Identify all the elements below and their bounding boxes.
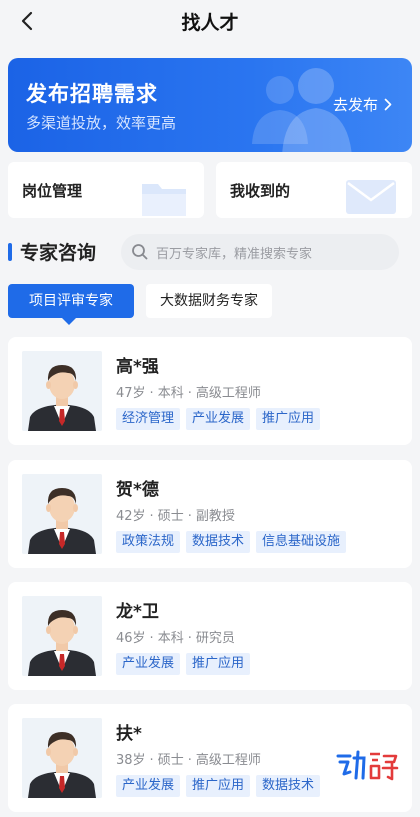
expert-title: 高级工程师 — [195, 386, 261, 401]
expertise-tag: 信息基础设施 — [256, 531, 347, 553]
expertise-tag: 推广应用 — [256, 408, 321, 430]
expert-photo — [22, 718, 102, 798]
person-avatar-icon — [22, 596, 102, 676]
folder-icon — [142, 184, 186, 216]
expert-name: 贺*德 — [116, 480, 159, 500]
job-management-link[interactable]: 岗位管理 — [8, 162, 204, 218]
expertise-tag: 产业发展 — [186, 408, 251, 430]
page-title: 找人才 — [181, 12, 239, 34]
section-accent-bar — [8, 243, 12, 261]
post-job-button[interactable]: 去发布 — [333, 94, 392, 115]
section-title: 专家咨询 — [20, 242, 97, 264]
expertise-tag: 数据技术 — [256, 775, 321, 797]
expertise-tag: 产业发展 — [116, 653, 181, 675]
search-placeholder: 百万专家库，精准搜索专家 — [156, 246, 313, 262]
expert-search-input[interactable]: 百万专家库，精准搜索专家 — [121, 234, 399, 270]
expert-age: 38岁 — [116, 753, 146, 768]
expert-age: 42岁 — [116, 509, 146, 524]
tab-big-data-finance-experts[interactable]: 大数据财务专家 — [146, 284, 272, 318]
tab-project-review-experts[interactable]: 项目评审专家 — [8, 284, 134, 325]
envelope-icon — [346, 180, 396, 214]
expert-title: 研究员 — [195, 631, 235, 646]
received-link[interactable]: 我收到的 — [216, 162, 412, 218]
expert-tags: 经济管理 产业发展 推广应用 — [116, 408, 321, 430]
expert-degree: 硕士 — [157, 753, 184, 768]
expert-degree: 硕士 — [157, 509, 184, 524]
search-icon — [132, 244, 148, 260]
received-label: 我收到的 — [230, 182, 291, 200]
expertise-tag: 产业发展 — [116, 775, 181, 797]
expert-tags: 政策法规 数据技术 信息基础设施 — [116, 531, 347, 553]
expert-degree: 本科 — [157, 386, 184, 401]
post-job-label: 去发布 — [332, 96, 378, 114]
expert-card[interactable]: 贺*德 42岁 · 硕士 · 副教授 政策法规 数据技术 信息基础设施 — [8, 460, 412, 568]
expert-tags: 产业发展 推广应用 数据技术 — [116, 775, 321, 797]
banner-subtitle: 多渠道投放，效率更高 — [26, 114, 177, 132]
expert-title: 副教授 — [195, 509, 235, 524]
expert-meta: 46岁 · 本科 · 研究员 — [116, 631, 235, 646]
expert-age: 47岁 — [116, 386, 146, 401]
expert-meta: 47岁 · 本科 · 高级工程师 — [116, 386, 261, 401]
expert-meta: 42岁 · 硕士 · 副教授 — [116, 509, 235, 524]
expert-card[interactable]: 高*强 47岁 · 本科 · 高级工程师 经济管理 产业发展 推广应用 — [8, 337, 412, 445]
expert-title: 高级工程师 — [195, 753, 261, 768]
person-avatar-icon — [22, 718, 102, 798]
banner-title: 发布招聘需求 — [26, 82, 158, 106]
job-management-label: 岗位管理 — [22, 182, 83, 200]
expert-name: 高*强 — [116, 357, 159, 377]
person-avatar-icon — [22, 474, 102, 554]
expert-photo — [22, 596, 102, 676]
watermark-logo — [336, 750, 399, 781]
expert-photo — [22, 351, 102, 431]
expert-age: 46岁 — [116, 631, 146, 646]
expert-photo — [22, 474, 102, 554]
expert-name: 扶* — [116, 724, 142, 744]
chevron-right-icon — [384, 98, 392, 111]
person-avatar-icon — [22, 351, 102, 431]
expert-name: 龙*卫 — [116, 602, 159, 622]
expertise-tag: 政策法规 — [116, 531, 181, 553]
post-job-banner[interactable]: 发布招聘需求 多渠道投放，效率更高 去发布 — [8, 58, 412, 152]
expertise-tag: 推广应用 — [186, 653, 251, 675]
expert-degree: 本科 — [157, 631, 184, 646]
expert-tags: 产业发展 推广应用 — [116, 653, 251, 675]
expertise-tag: 经济管理 — [116, 408, 181, 430]
expert-meta: 38岁 · 硕士 · 高级工程师 — [116, 753, 261, 768]
expertise-tag: 推广应用 — [186, 775, 251, 797]
expertise-tag: 数据技术 — [186, 531, 251, 553]
top-nav-bar: 找人才 — [0, 0, 420, 44]
expert-card[interactable]: 龙*卫 46岁 · 本科 · 研究员 产业发展 推广应用 — [8, 582, 412, 690]
